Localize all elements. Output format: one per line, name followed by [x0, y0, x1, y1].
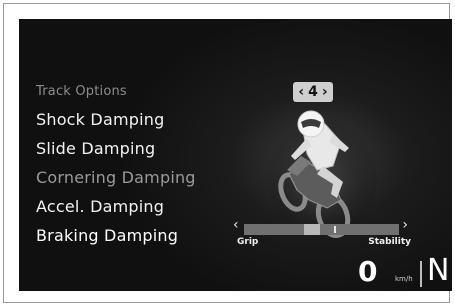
- menu-item-accel-damping[interactable]: Accel. Damping: [36, 192, 196, 221]
- dashboard-screen: Track Options Shock Damping Slide Dampin…: [19, 19, 452, 291]
- page-prev-icon[interactable]: ‹: [298, 84, 304, 100]
- status-bar: 0 km/h N: [354, 253, 452, 291]
- slider-thumb[interactable]: [304, 224, 320, 235]
- slider-track[interactable]: [244, 224, 399, 235]
- gear-indicator: N: [427, 253, 450, 288]
- slider-label-grip: Grip: [237, 237, 259, 247]
- slider-right-arrow-icon[interactable]: ›: [402, 217, 408, 233]
- damping-slider[interactable]: ‹ › Grip Stability: [233, 217, 411, 251]
- damping-menu: Track Options Shock Damping Slide Dampin…: [36, 79, 196, 250]
- speed-unit: km/h: [395, 275, 413, 283]
- slider-left-arrow-icon[interactable]: ‹: [233, 217, 239, 233]
- menu-item-shock-damping[interactable]: Shock Damping: [36, 105, 196, 134]
- status-divider: [420, 261, 422, 287]
- menu-item-braking-damping[interactable]: Braking Damping: [36, 221, 196, 250]
- speed-value: 0: [358, 255, 378, 288]
- slider-center-tick: [334, 226, 336, 233]
- page-indicator[interactable]: ‹ 4 ›: [293, 82, 333, 102]
- menu-item-cornering-damping[interactable]: Cornering Damping: [36, 163, 196, 192]
- page-number: 4: [308, 84, 318, 100]
- slider-label-stability: Stability: [368, 237, 411, 247]
- motorcycle-rider-icon: [267, 110, 377, 239]
- menu-header-track-options: Track Options: [36, 84, 127, 99]
- menu-item-slide-damping[interactable]: Slide Damping: [36, 134, 196, 163]
- page-next-icon[interactable]: ›: [322, 84, 328, 100]
